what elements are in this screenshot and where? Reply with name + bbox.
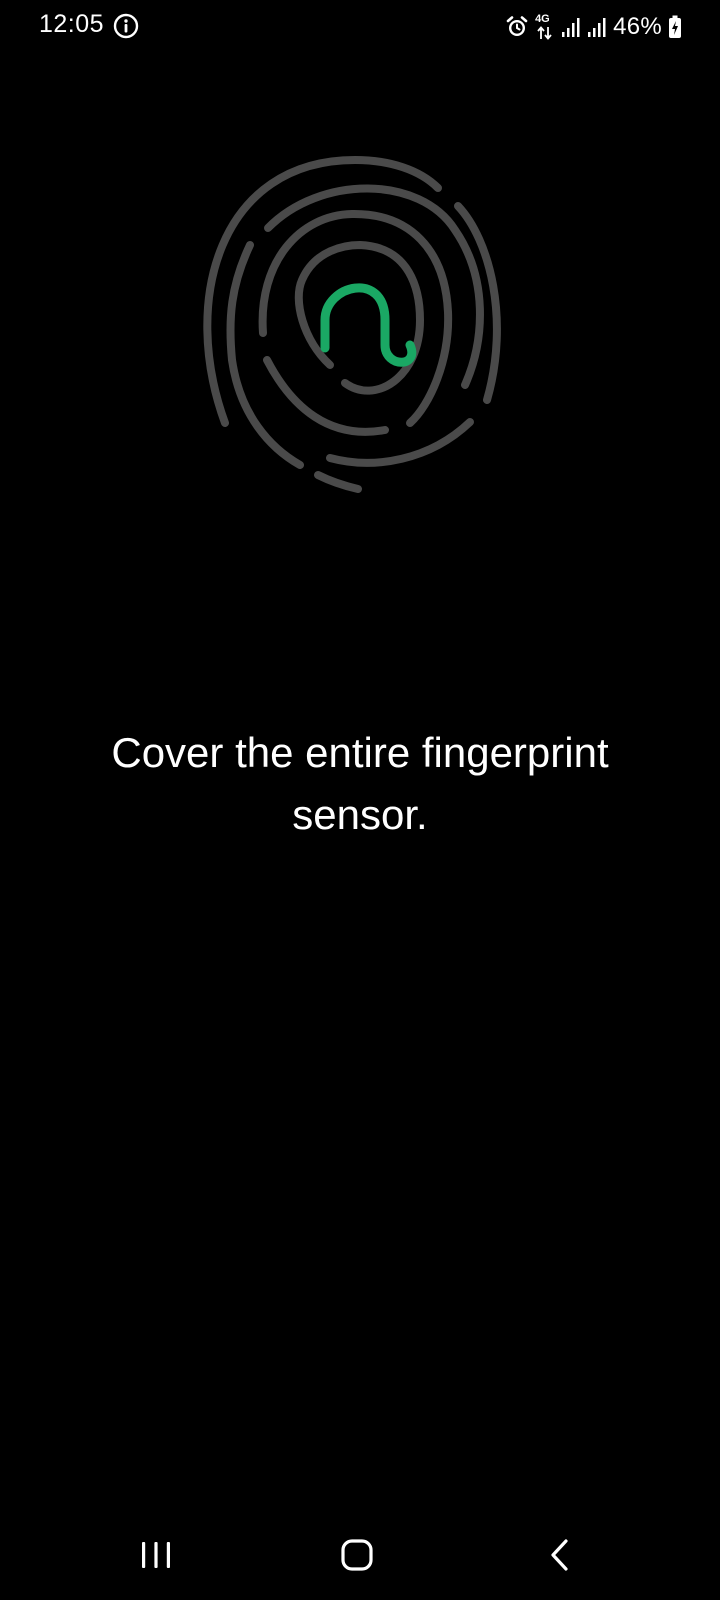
status-time: 12:05 [39, 10, 105, 38]
fingerprint-icon [203, 155, 501, 493]
fingerprint-ridge [294, 240, 425, 395]
battery-percent: 46% [613, 13, 662, 40]
recent-apps-button[interactable] [116, 1520, 196, 1590]
status-icons: 4G 46% [505, 12, 682, 42]
navigation-bar [0, 1500, 720, 1600]
network-type-indicator: 4G [535, 13, 555, 41]
fingerprint-ridge [314, 471, 362, 493]
back-button[interactable] [520, 1520, 600, 1590]
battery-charging-icon [669, 15, 681, 38]
home-icon [341, 1539, 373, 1571]
alarm-clock-icon [506, 16, 528, 36]
home-button[interactable] [317, 1520, 397, 1590]
instruction-text: Cover the entire fingerprint sensor. [111, 729, 609, 838]
back-icon [551, 1539, 568, 1571]
network-type-label: 4G [535, 13, 550, 25]
signal-2-icon [588, 18, 606, 37]
status-bar: 12:05 4G 46% [0, 0, 720, 54]
fingerprint-ridge [263, 356, 389, 436]
fingerprint-progress [320, 283, 417, 367]
data-arrows-icon [537, 26, 552, 40]
recent-apps-icon [142, 1542, 170, 1568]
signal-1-icon [562, 18, 580, 37]
info-circle-icon [113, 13, 139, 39]
